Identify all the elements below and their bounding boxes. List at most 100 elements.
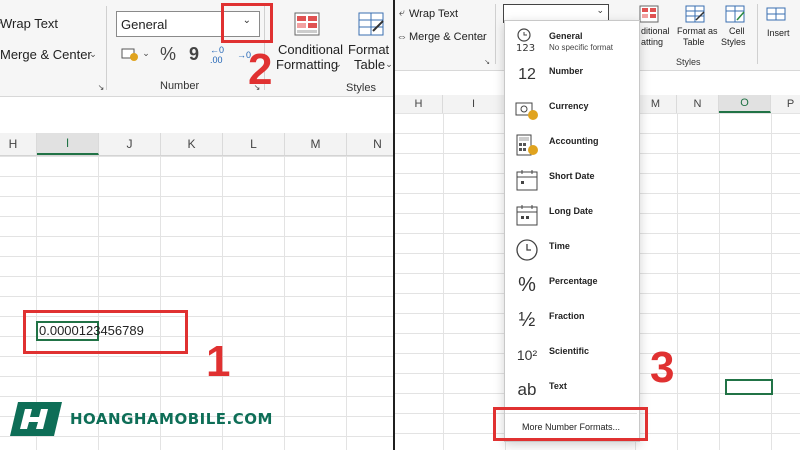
percent-icon: % (518, 273, 536, 296)
menu-item-general[interactable]: 123 General No specific format (505, 23, 637, 58)
menu-item-label: Text (549, 381, 567, 391)
dialog-launcher-icon[interactable]: ↘ (483, 58, 491, 66)
scientific-icon: 10² (516, 347, 538, 363)
number-12-icon: 12 (518, 66, 536, 83)
menu-item-short-date[interactable]: Short Date (505, 163, 637, 198)
chevron-down-icon[interactable]: ⌄ (596, 5, 604, 16)
active-cell[interactable] (725, 379, 773, 395)
format-as-label[interactable]: Format a (348, 42, 393, 57)
clock-icon (513, 236, 541, 264)
step-number-1: 1 (206, 337, 231, 386)
step-number-2: 2 (248, 45, 273, 94)
table-label[interactable]: Table (354, 57, 385, 72)
column-header-m[interactable]: M (285, 133, 347, 155)
format-as-label[interactable]: Format as (677, 26, 718, 36)
column-header-j[interactable]: J (99, 133, 161, 155)
brand-logo: HOANGHAMOBILE.COM (8, 400, 273, 438)
column-header-p[interactable]: P (771, 95, 800, 113)
column-header-n[interactable]: N (347, 133, 393, 155)
wrap-text-icon: ⤶ (398, 6, 406, 19)
right-screenshot: ⤶ Wrap Text ⇔ Merge & Center ⌄ ↘ ⌄ ditio… (395, 0, 800, 450)
percent-style-button[interactable]: % (157, 43, 179, 65)
insert-cells-icon[interactable] (765, 4, 787, 24)
cell-label[interactable]: Cell (729, 26, 745, 36)
column-header-row: H I J K L M N (0, 133, 393, 156)
chevron-down-icon[interactable]: ⌄ (141, 46, 151, 60)
logo-text: HOANGHAMOBILE.COM (70, 410, 273, 428)
column-header-i[interactable]: I (443, 95, 505, 113)
merge-icon: ⇔ (396, 31, 408, 43)
conditional-formatting-icon[interactable] (292, 10, 322, 38)
conditional-formatting-icon[interactable] (638, 4, 660, 24)
menu-item-number[interactable]: 12 Number (505, 58, 637, 93)
insert-label[interactable]: Insert (767, 28, 790, 38)
group-separator (495, 4, 496, 64)
calendar-icon (513, 201, 541, 229)
format-as-table-icon[interactable] (684, 4, 706, 24)
chevron-down-icon[interactable]: ⌄ (88, 47, 98, 61)
column-header-m[interactable]: M (635, 95, 677, 113)
formula-bar-area (0, 97, 393, 133)
text-ab-icon: ab (517, 380, 537, 399)
format-as-table-icon[interactable] (356, 10, 386, 38)
menu-item-sublabel: No specific format (549, 43, 614, 52)
menu-item-label: Short Date (549, 171, 595, 181)
menu-item-label: Scientific (549, 346, 590, 356)
chevron-down-icon[interactable]: ⌄ (333, 57, 343, 71)
chevron-down-icon[interactable]: ⌄ (384, 57, 393, 71)
menu-item-percentage[interactable]: % Percentage (505, 268, 637, 303)
step-number-3: 3 (650, 343, 675, 392)
styles-group-label: Styles (346, 82, 376, 94)
highlight-cell-box (23, 310, 188, 354)
menu-item-label: Currency (549, 101, 589, 111)
cell-styles-icon[interactable] (724, 4, 746, 24)
table-label[interactable]: Table (683, 37, 705, 47)
menu-item-time[interactable]: Time (505, 233, 637, 268)
currency-icon (513, 96, 541, 124)
group-separator (106, 6, 107, 90)
menu-item-scientific[interactable]: 10² Scientific (505, 338, 637, 373)
number-group-label: Number (160, 80, 200, 92)
menu-item-accounting[interactable]: Accounting (505, 128, 637, 163)
logo-mark-icon (10, 402, 62, 436)
conditional-label-partial[interactable]: ditional (641, 26, 670, 36)
menu-item-label: Percentage (549, 276, 598, 286)
comma-style-button[interactable]: 9 (184, 43, 204, 65)
formatting-label-partial[interactable]: atting (641, 37, 663, 47)
merge-center-button[interactable]: Merge & Center (0, 47, 92, 62)
menu-item-long-date[interactable]: Long Date (505, 198, 637, 233)
column-header-i[interactable]: I (37, 133, 99, 155)
calendar-icon (513, 166, 541, 194)
column-header-k[interactable]: K (161, 133, 223, 155)
accounting-icon (513, 131, 541, 159)
highlight-more-formats-box (493, 407, 648, 441)
number-format-value: General (121, 16, 168, 32)
menu-item-text[interactable]: ab Text (505, 373, 637, 408)
ribbon: ⤶ Wrap Text Merge & Center ⌄ General ⌄ ⌄… (0, 0, 393, 97)
clock-123-icon: 123 (513, 26, 541, 54)
group-separator (757, 4, 758, 64)
menu-item-currency[interactable]: Currency (505, 93, 637, 128)
menu-item-label: Fraction (549, 311, 585, 321)
column-header-h[interactable]: H (395, 95, 443, 113)
formatting-label[interactable]: Formatting (276, 57, 338, 72)
menu-item-label: Number (549, 66, 584, 76)
column-header-h[interactable]: H (0, 133, 37, 155)
accounting-format-icon[interactable] (119, 44, 141, 64)
styles-group-label: Styles (676, 57, 701, 67)
conditional-label[interactable]: Conditional (278, 42, 343, 57)
styles-label[interactable]: Styles (721, 37, 746, 47)
wrap-text-button[interactable]: Wrap Text (409, 8, 458, 20)
increase-decimal-button[interactable]: ←0 .00 (210, 43, 232, 67)
wrap-text-button[interactable]: Wrap Text (0, 16, 58, 31)
column-header-o[interactable]: O (719, 95, 771, 113)
column-header-l[interactable]: L (223, 133, 285, 155)
menu-item-fraction[interactable]: ½ Fraction (505, 303, 637, 338)
menu-item-label: Accounting (549, 136, 599, 146)
chevron-down-icon[interactable]: ⌄ (478, 31, 488, 43)
merge-center-button[interactable]: Merge & Center (409, 31, 487, 43)
menu-item-label: General (549, 31, 583, 41)
dialog-launcher-icon[interactable]: ↘ (96, 82, 106, 92)
fraction-icon: ½ (518, 308, 536, 331)
column-header-n[interactable]: N (677, 95, 719, 113)
